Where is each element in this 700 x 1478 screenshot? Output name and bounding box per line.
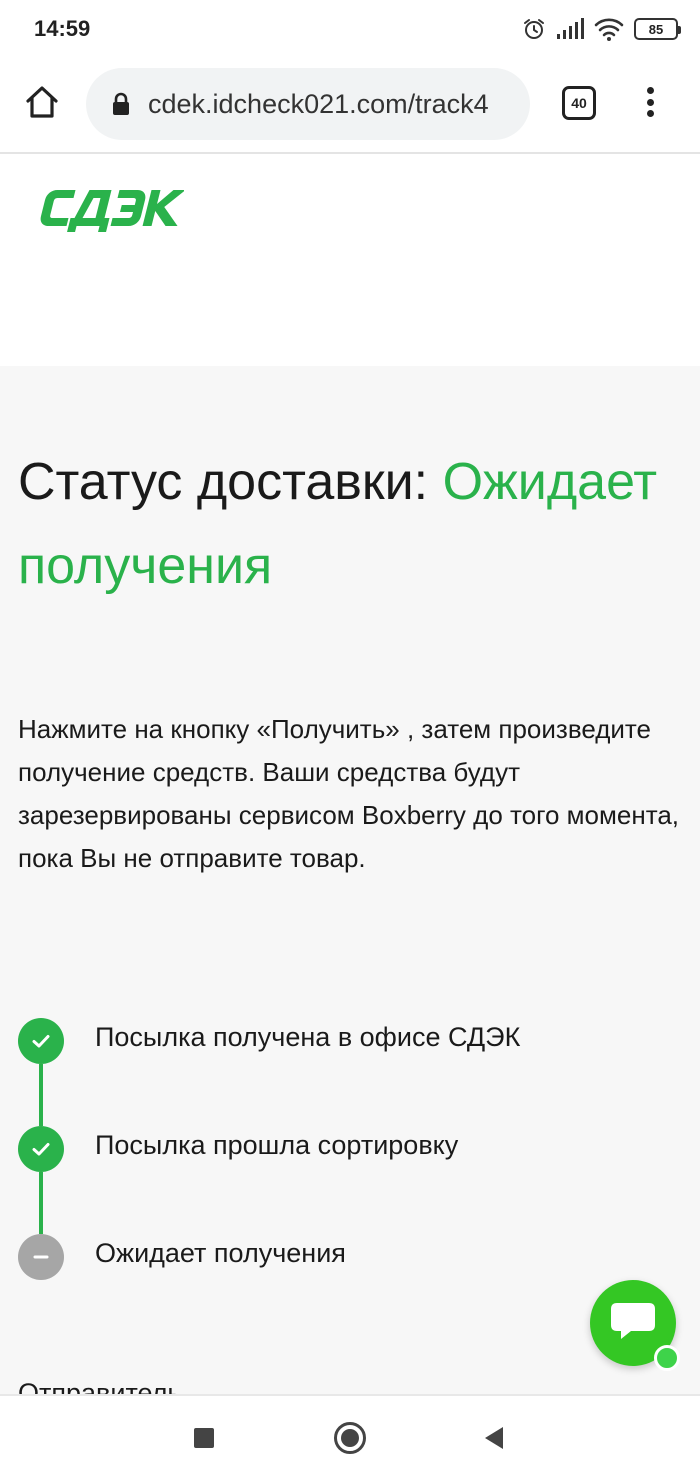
chat-icon bbox=[609, 1299, 657, 1348]
menu-dot bbox=[646, 110, 654, 117]
status-bar-icons: 85 bbox=[522, 14, 681, 44]
delivery-status-heading: Статус доставки: Ожидает получения bbox=[18, 440, 688, 608]
cdek-logo[interactable] bbox=[36, 184, 186, 239]
lock-icon bbox=[110, 91, 132, 117]
menu-icon[interactable] bbox=[636, 82, 664, 122]
sender-section-heading: Отправитель bbox=[18, 1378, 182, 1394]
recents-icon[interactable] bbox=[184, 1418, 224, 1458]
minus-icon bbox=[18, 1234, 64, 1280]
site-header bbox=[0, 156, 700, 366]
address-bar[interactable]: cdek.idcheck021.com/track4 bbox=[86, 68, 530, 140]
battery-icon: 85 bbox=[634, 18, 681, 40]
timeline-step: Посылка получена в офисе СДЭК bbox=[18, 1018, 688, 1064]
home-circle-icon[interactable] bbox=[330, 1418, 370, 1458]
timeline-step-label: Посылка прошла сортировку bbox=[95, 1130, 459, 1160]
timeline-connector bbox=[39, 1064, 43, 1126]
status-bar: 14:59 85 bbox=[0, 0, 700, 58]
check-icon bbox=[18, 1126, 64, 1172]
page-content: Статус доставки: Ожидает получения Нажми… bbox=[0, 156, 700, 1394]
wifi-icon bbox=[594, 17, 624, 41]
back-icon[interactable] bbox=[474, 1418, 514, 1458]
status-bar-time: 14:59 bbox=[34, 16, 91, 41]
menu-dot bbox=[646, 98, 654, 106]
browser-toolbar: cdek.idcheck021.com/track4 40 bbox=[0, 58, 700, 154]
alarm-icon bbox=[522, 17, 546, 41]
timeline-connector bbox=[39, 1172, 43, 1234]
timeline-step-label: Ожидает получения bbox=[95, 1238, 346, 1268]
timeline-step: Ожидает получения bbox=[18, 1234, 688, 1280]
chat-online-indicator bbox=[654, 1345, 680, 1371]
timeline-step-label: Посылка получена в офисе СДЭК bbox=[95, 1022, 521, 1052]
timeline-step: Посылка прошла сортировку bbox=[18, 1126, 688, 1172]
status-label: Статус доставки: bbox=[18, 453, 429, 511]
url-text[interactable]: cdek.idcheck021.com/track4 bbox=[148, 89, 489, 120]
instructions-text: Нажмите на кнопку «Получить» , затем про… bbox=[18, 714, 680, 873]
tabs-icon[interactable]: 40 bbox=[562, 86, 596, 120]
home-icon[interactable] bbox=[22, 82, 62, 122]
check-icon bbox=[18, 1018, 64, 1064]
system-nav-bar bbox=[0, 1394, 700, 1478]
signal-icon bbox=[556, 18, 584, 40]
menu-dot bbox=[646, 87, 654, 94]
